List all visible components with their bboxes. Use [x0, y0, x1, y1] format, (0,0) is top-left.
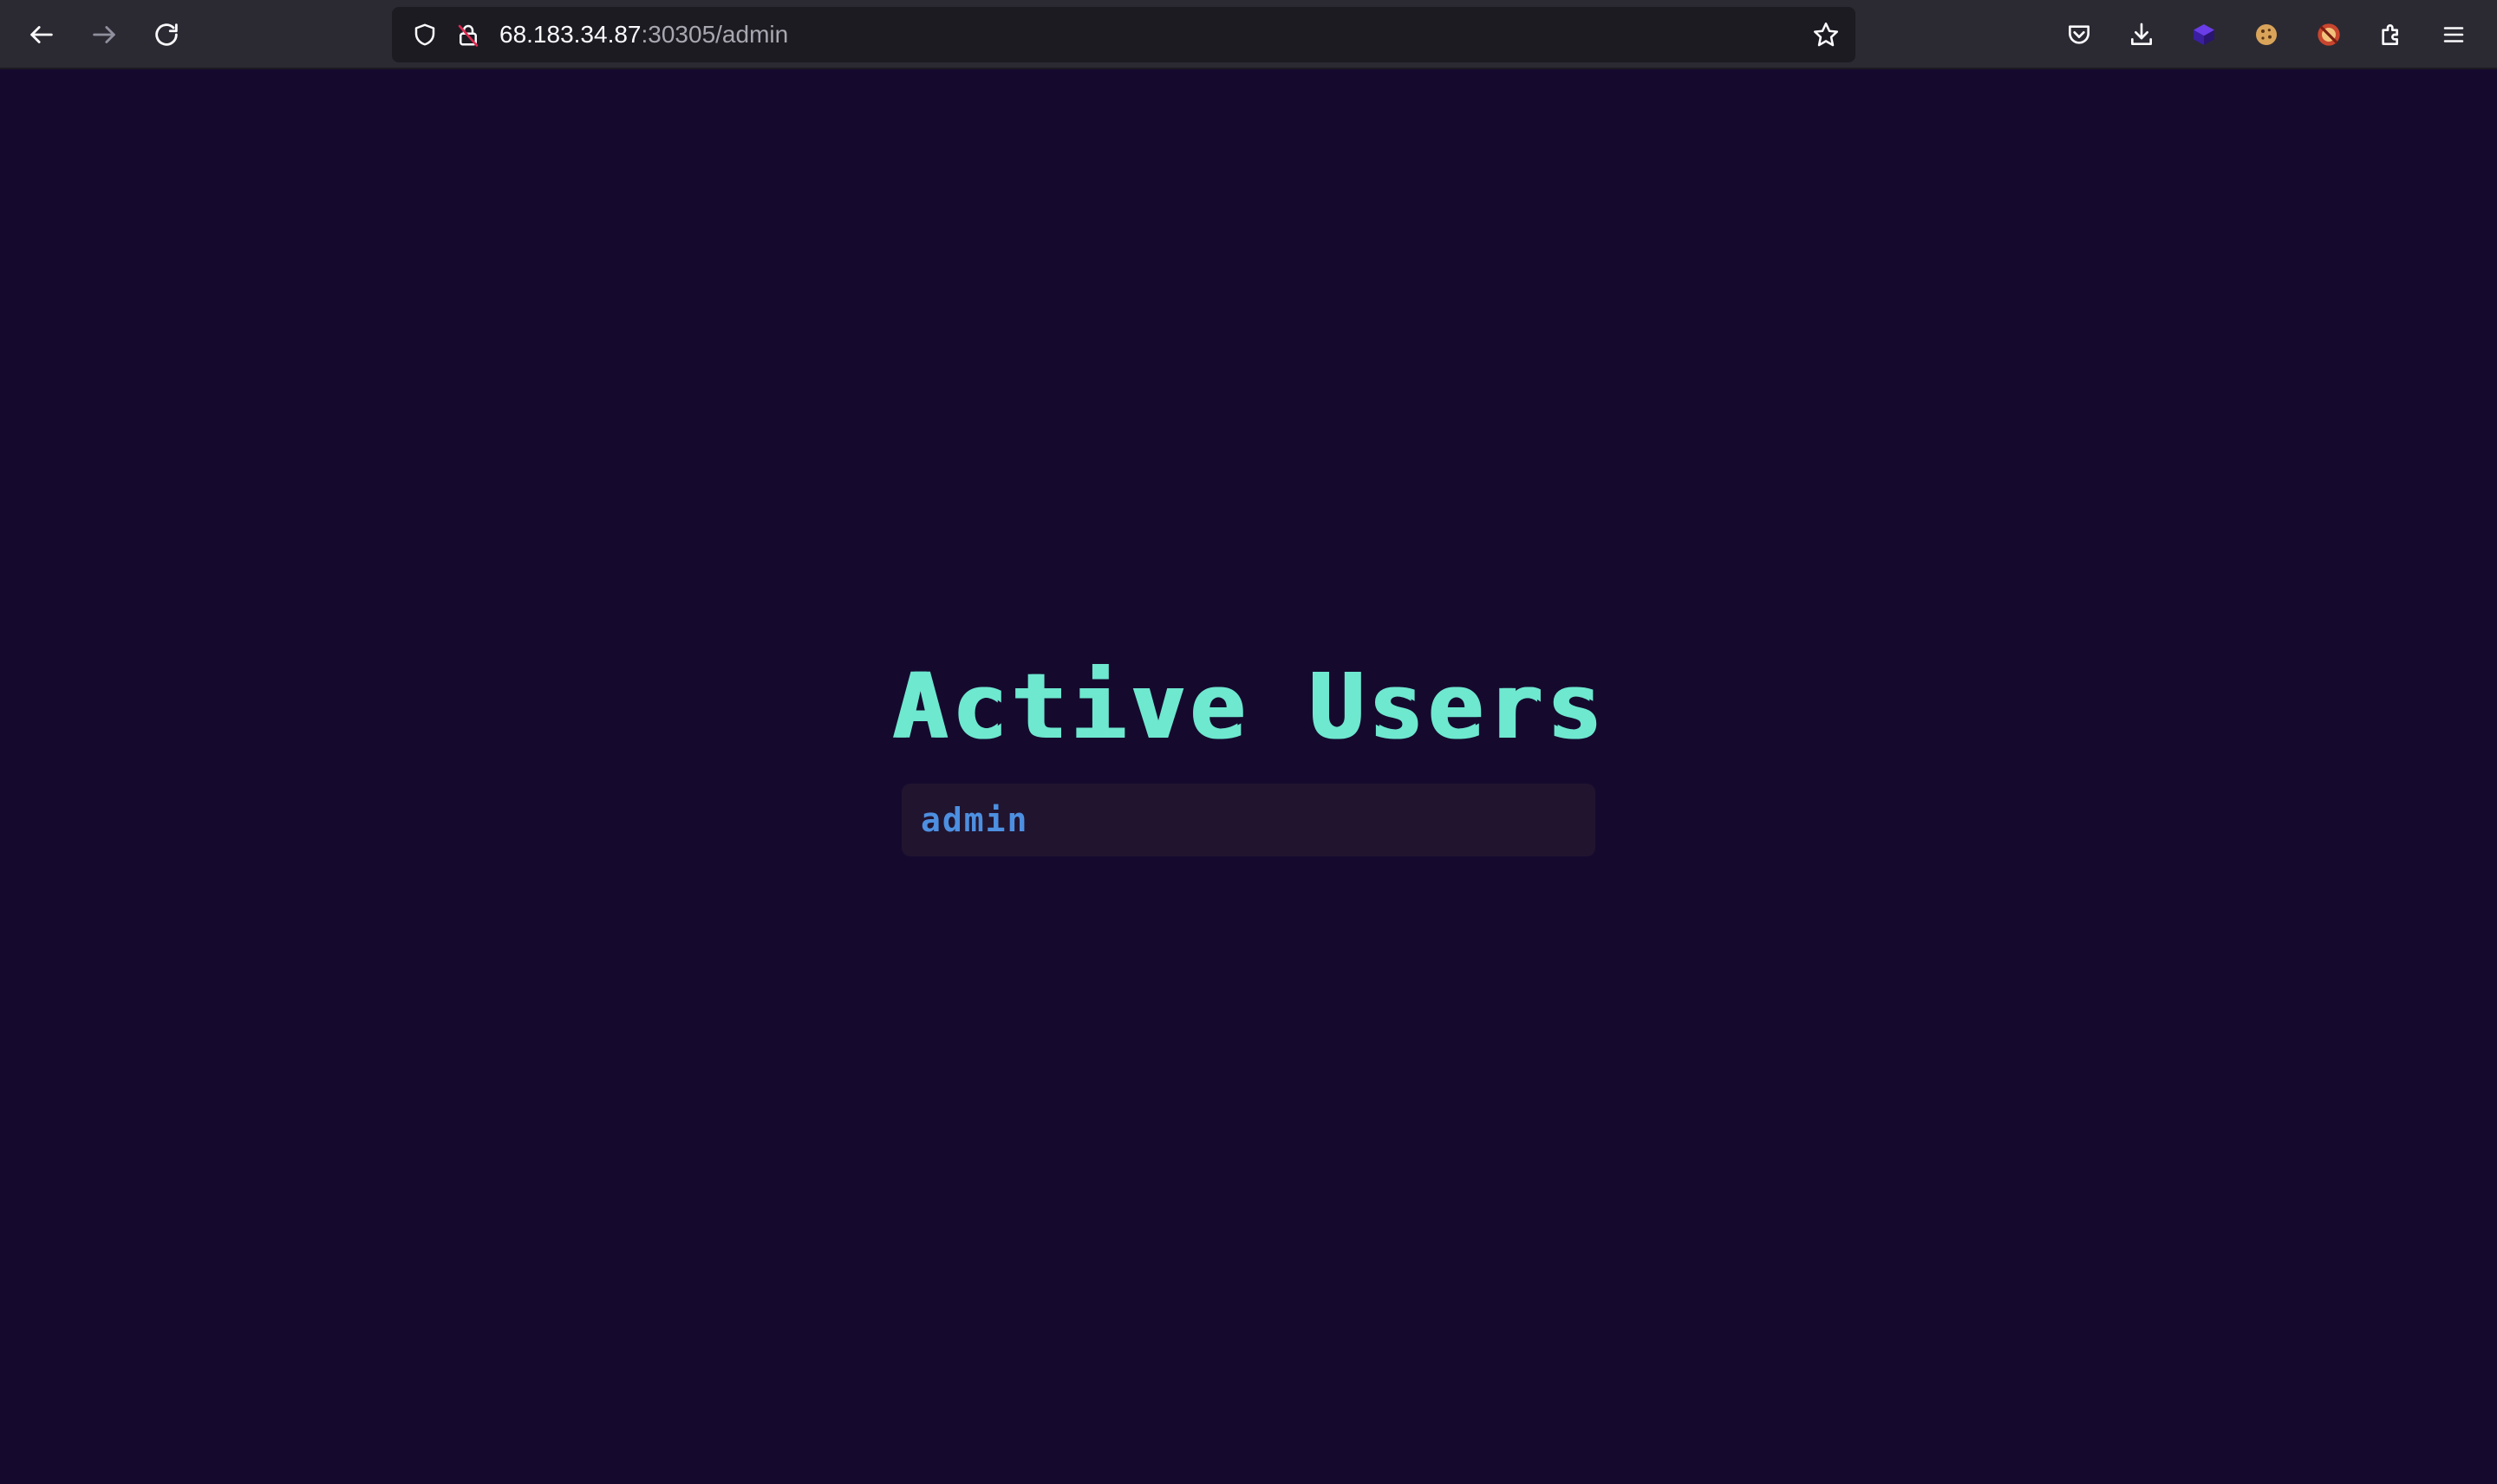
url-text[interactable]: 68.183.34.87:30305/admin [499, 7, 788, 62]
download-icon [2131, 23, 2152, 45]
extensions-button[interactable] [2367, 10, 2416, 59]
extension-2-button[interactable] [2242, 10, 2291, 59]
star-icon[interactable] [1810, 19, 1842, 50]
shield-icon[interactable] [409, 19, 440, 50]
back-button[interactable] [17, 10, 66, 59]
hamburger-menu-icon [2443, 27, 2464, 42]
username: admin [921, 801, 1029, 839]
user-list-item: admin [902, 784, 1595, 856]
arrow-left-icon [30, 26, 53, 43]
browser-toolbar: 68.183.34.87:30305/admin [0, 0, 2497, 69]
extension-3-button[interactable] [2305, 10, 2353, 59]
puzzle-icon [2382, 24, 2398, 45]
pocket-icon [2069, 25, 2090, 44]
purple-cube-extension-icon [2194, 24, 2214, 45]
page-title: Active Users [891, 654, 1606, 759]
url-bar[interactable]: 68.183.34.87:30305/admin [392, 7, 1855, 62]
cookie-extension-icon [2256, 24, 2277, 45]
url-path: :30305/admin [641, 21, 789, 48]
pocket-button[interactable] [2055, 10, 2103, 59]
badge-extension-icon [2318, 23, 2340, 46]
downloads-button[interactable] [2117, 10, 2166, 59]
extension-1-button[interactable] [2180, 10, 2228, 59]
arrow-right-icon [93, 26, 115, 43]
app-menu-button[interactable] [2429, 10, 2478, 59]
reload-button[interactable] [142, 10, 191, 59]
url-host: 68.183.34.87 [499, 21, 642, 48]
forward-button[interactable] [80, 10, 128, 59]
broken-lock-icon[interactable] [453, 19, 484, 50]
reload-icon [155, 23, 178, 46]
